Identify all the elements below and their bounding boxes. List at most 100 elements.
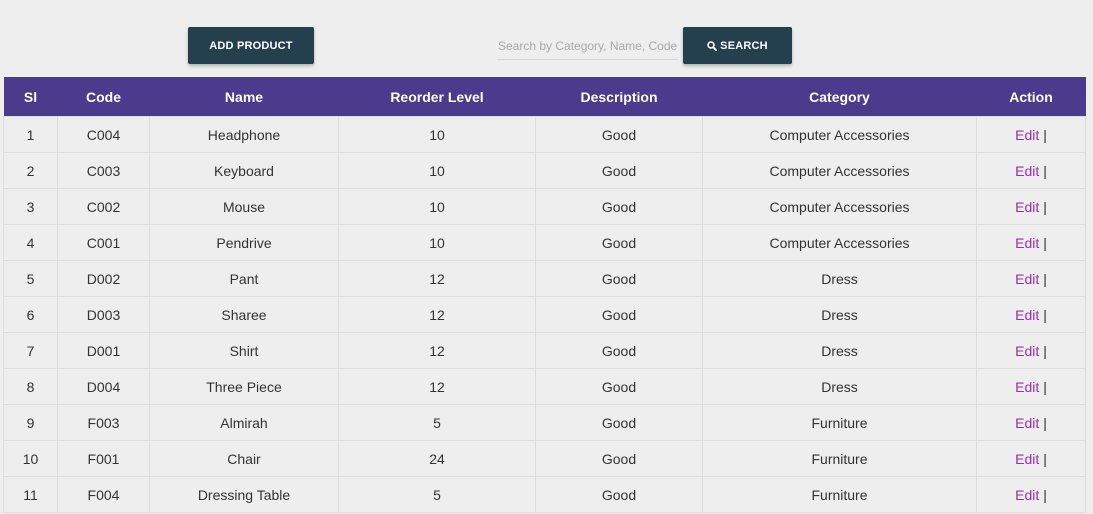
cell-name: Chair bbox=[149, 440, 339, 477]
cell-reorder-level: 5 bbox=[338, 476, 536, 513]
action-separator: | bbox=[1043, 486, 1047, 503]
edit-link[interactable]: Edit bbox=[1015, 307, 1039, 323]
cell-sl: 1 bbox=[3, 116, 58, 153]
cell-description: Good bbox=[535, 152, 703, 189]
cell-reorder-level: 12 bbox=[338, 368, 536, 405]
header-action: Action bbox=[976, 77, 1086, 117]
cell-reorder-level: 5 bbox=[338, 404, 536, 441]
edit-link[interactable]: Edit bbox=[1015, 235, 1039, 251]
cell-action: Edit | bbox=[976, 224, 1086, 261]
action-separator: | bbox=[1043, 198, 1047, 215]
cell-description: Good bbox=[535, 116, 703, 153]
cell-action: Edit | bbox=[976, 440, 1086, 477]
edit-link[interactable]: Edit bbox=[1015, 451, 1039, 467]
header-name: Name bbox=[149, 77, 339, 117]
cell-name: Headphone bbox=[149, 116, 339, 153]
action-separator: | bbox=[1043, 126, 1047, 143]
cell-sl: 10 bbox=[3, 440, 58, 477]
cell-category: Dress bbox=[702, 368, 977, 405]
table-row: 4 C001 Pendrive 10 Good Computer Accessories E… bbox=[3, 224, 1086, 261]
cell-code: D004 bbox=[57, 368, 150, 405]
header-code: Code bbox=[57, 77, 150, 117]
cell-code: D002 bbox=[57, 260, 150, 297]
cell-category: Computer Accessories bbox=[702, 116, 977, 153]
action-separator: | bbox=[1043, 378, 1047, 395]
cell-sl: 5 bbox=[3, 260, 58, 297]
cell-code: C003 bbox=[57, 152, 150, 189]
cell-action: Edit | bbox=[976, 296, 1086, 333]
cell-sl: 4 bbox=[3, 224, 58, 261]
action-separator: | bbox=[1043, 450, 1047, 467]
cell-sl: 9 bbox=[3, 404, 58, 441]
cell-description: Good bbox=[535, 332, 703, 369]
header-category: Category bbox=[702, 77, 977, 117]
cell-code: D001 bbox=[57, 332, 150, 369]
table-row: 2 C003 Keyboard 10 Good Computer Accessories E… bbox=[3, 152, 1086, 189]
edit-link[interactable]: Edit bbox=[1015, 127, 1039, 143]
cell-name: Mouse bbox=[149, 188, 339, 225]
edit-link[interactable]: Edit bbox=[1015, 163, 1039, 179]
cell-name: Three Piece bbox=[149, 368, 339, 405]
action-separator: | bbox=[1043, 234, 1047, 251]
table-row: 7 D001 Shirt 12 Good Dress Edit | bbox=[3, 332, 1086, 369]
cell-name: Dressing Table bbox=[149, 476, 339, 513]
edit-link[interactable]: Edit bbox=[1015, 379, 1039, 395]
cell-action: Edit | bbox=[976, 116, 1086, 153]
cell-action: Edit | bbox=[976, 404, 1086, 441]
table-row: 3 C002 Mouse 10 Good Computer Accessories Edit… bbox=[3, 188, 1086, 225]
table-row: 6 D003 Sharee 12 Good Dress Edit | bbox=[3, 296, 1086, 333]
cell-code: C001 bbox=[57, 224, 150, 261]
add-product-button[interactable]: ADD PRODUCT bbox=[188, 27, 314, 64]
cell-category: Dress bbox=[702, 296, 977, 333]
edit-link[interactable]: Edit bbox=[1015, 415, 1039, 431]
cell-reorder-level: 24 bbox=[338, 440, 536, 477]
cell-reorder-level: 10 bbox=[338, 224, 536, 261]
cell-action: Edit | bbox=[976, 188, 1086, 225]
header-reorder-level: Reorder Level bbox=[338, 77, 536, 117]
cell-code: F004 bbox=[57, 476, 150, 513]
search-input[interactable] bbox=[497, 32, 678, 60]
edit-link[interactable]: Edit bbox=[1015, 199, 1039, 215]
cell-category: Furniture bbox=[702, 404, 977, 441]
toolbar: ADD PRODUCT SEARCH bbox=[0, 0, 1093, 77]
cell-category: Computer Accessories bbox=[702, 224, 977, 261]
cell-action: Edit | bbox=[976, 476, 1086, 513]
edit-link[interactable]: Edit bbox=[1015, 271, 1039, 287]
cell-sl: 6 bbox=[3, 296, 58, 333]
edit-link[interactable]: Edit bbox=[1015, 487, 1039, 503]
cell-sl: 2 bbox=[3, 152, 58, 189]
cell-description: Good bbox=[535, 296, 703, 333]
cell-category: Furniture bbox=[702, 476, 977, 513]
cell-description: Good bbox=[535, 440, 703, 477]
cell-description: Good bbox=[535, 188, 703, 225]
cell-description: Good bbox=[535, 224, 703, 261]
header-sl: Sl bbox=[3, 77, 58, 117]
table-row: 9 F003 Almirah 5 Good Furniture Edit | bbox=[3, 404, 1086, 441]
search-button[interactable]: SEARCH bbox=[683, 27, 792, 64]
cell-code: F001 bbox=[57, 440, 150, 477]
cell-category: Computer Accessories bbox=[702, 188, 977, 225]
products-table: Sl Code Name Reorder Level Description C… bbox=[3, 77, 1086, 513]
add-product-label: ADD PRODUCT bbox=[209, 39, 293, 52]
cell-code: F003 bbox=[57, 404, 150, 441]
cell-reorder-level: 12 bbox=[338, 296, 536, 333]
cell-reorder-level: 12 bbox=[338, 260, 536, 297]
edit-link[interactable]: Edit bbox=[1015, 343, 1039, 359]
cell-sl: 8 bbox=[3, 368, 58, 405]
cell-sl: 7 bbox=[3, 332, 58, 369]
table-header-row: Sl Code Name Reorder Level Description C… bbox=[3, 77, 1086, 117]
cell-action: Edit | bbox=[976, 368, 1086, 405]
cell-name: Sharee bbox=[149, 296, 339, 333]
header-description: Description bbox=[535, 77, 703, 117]
cell-description: Good bbox=[535, 404, 703, 441]
cell-action: Edit | bbox=[976, 260, 1086, 297]
cell-category: Dress bbox=[702, 332, 977, 369]
cell-category: Dress bbox=[702, 260, 977, 297]
table-row: 1 C004 Headphone 10 Good Computer Accessories… bbox=[3, 116, 1086, 153]
cell-code: C004 bbox=[57, 116, 150, 153]
cell-reorder-level: 12 bbox=[338, 332, 536, 369]
cell-action: Edit | bbox=[976, 332, 1086, 369]
cell-reorder-level: 10 bbox=[338, 116, 536, 153]
cell-name: Pant bbox=[149, 260, 339, 297]
cell-name: Pendrive bbox=[149, 224, 339, 261]
